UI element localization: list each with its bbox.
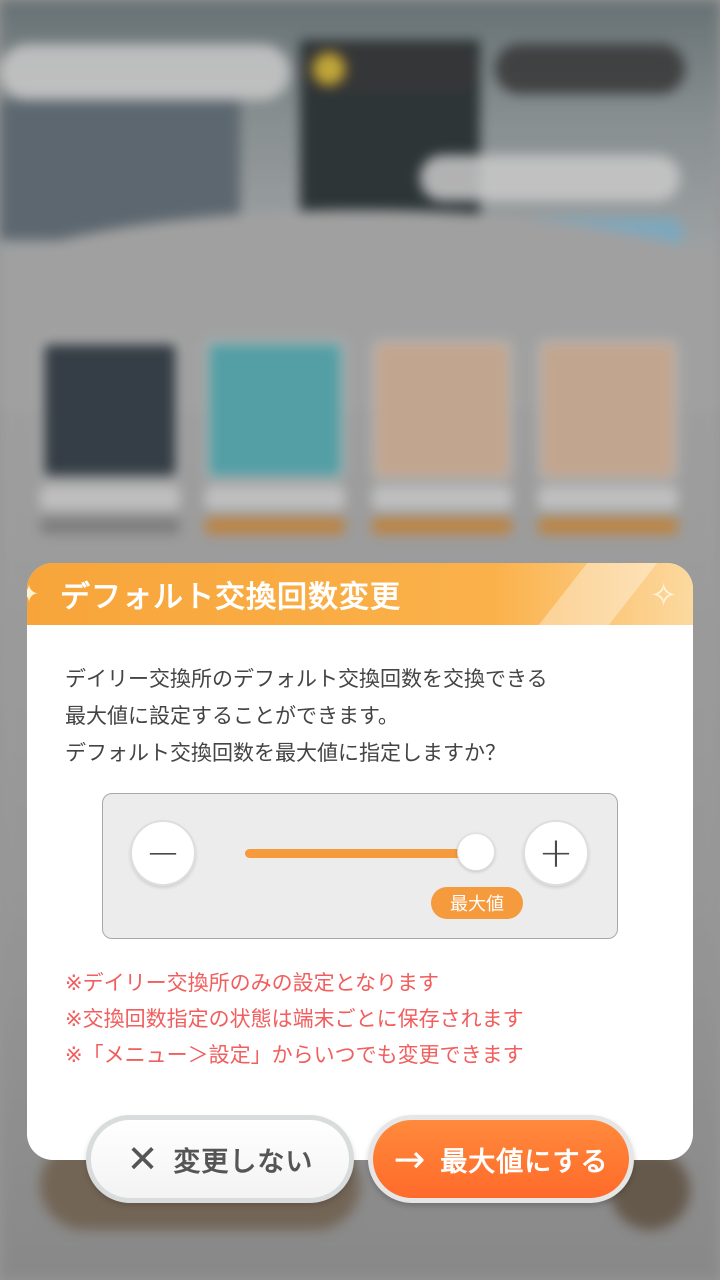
note-line: ※デイリー交換所のみの設定となります <box>65 971 439 995</box>
set-max-button-label: 最大値にする <box>440 1146 609 1178</box>
description-line: デフォルト交換回数を最大値に指定しますか？ <box>65 741 506 765</box>
plus-button[interactable]: + <box>523 820 589 886</box>
dialog-header: ✦ ✧ デフォルト交換回数変更 <box>27 563 693 625</box>
minus-button[interactable]: − <box>130 820 196 886</box>
sparkle-icon: ✦ <box>27 580 40 608</box>
minus-icon: − <box>145 828 181 877</box>
header-decoration <box>538 563 658 625</box>
cancel-button-label: 変更しない <box>173 1146 314 1178</box>
dialog-notes: ※デイリー交換所のみの設定となります ※交換回数指定の状態は端末ごとに保存されま… <box>65 965 675 1073</box>
dialog-description: デイリー交換所のデフォルト交換回数を交換できる 最大値に設定することができます。… <box>65 661 665 772</box>
exchange-count-slider-panel: − 最大値 + <box>102 793 618 939</box>
note-line: ※「メニュー＞設定」からいつでも変更できます <box>65 1043 524 1067</box>
set-max-button[interactable]: → 最大値にする <box>368 1115 634 1203</box>
slider-track-fill <box>245 849 473 858</box>
default-exchange-count-dialog: ✦ ✧ デフォルト交換回数変更 デイリー交換所のデフォルト交換回数を交換できる … <box>27 563 693 1160</box>
arrow-right-icon: → <box>393 1137 427 1181</box>
description-line: デイリー交換所のデフォルト交換回数を交換できる <box>65 667 548 691</box>
plus-icon: + <box>538 828 574 877</box>
cancel-button[interactable]: ✕ 変更しない <box>86 1115 354 1203</box>
slider-thumb[interactable] <box>457 833 495 871</box>
slider-value-badge: 最大値 <box>431 887 523 919</box>
description-line: 最大値に設定することができます。 <box>65 704 399 728</box>
close-icon: ✕ <box>126 1137 160 1181</box>
sparkle-icon: ✧ <box>650 576 677 614</box>
note-line: ※交換回数指定の状態は端末ごとに保存されます <box>65 1007 524 1031</box>
dialog-title: デフォルト交換回数変更 <box>60 580 401 615</box>
